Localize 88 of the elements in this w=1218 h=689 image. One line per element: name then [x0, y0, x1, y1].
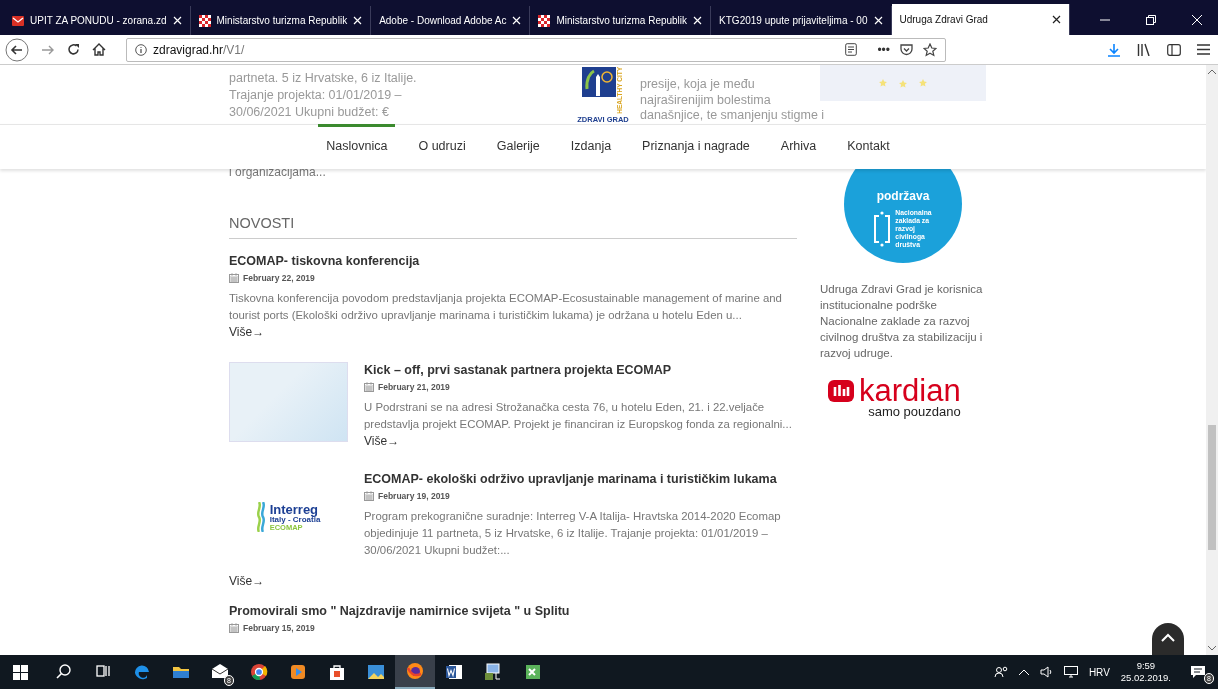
- browser-tab[interactable]: UPIT ZA PONUDU - zorana.zd: [4, 6, 191, 35]
- edge-icon: [133, 663, 151, 681]
- chrome-icon: [250, 663, 268, 681]
- search-icon: [55, 663, 73, 681]
- browser-tab[interactable]: KTG2019 upute prijaviteljima - 00: [711, 6, 892, 35]
- read-more-link[interactable]: Više→: [229, 573, 797, 589]
- scrollbar-thumb[interactable]: [1208, 425, 1216, 550]
- brackets-icon: [874, 211, 891, 247]
- calendar-icon: [229, 623, 239, 633]
- post-date: February 19, 2019: [378, 491, 450, 501]
- browser-tab[interactable]: Udruga Zdravi Grad: [891, 4, 1070, 35]
- excerpt-text: U Podrstrani se na adresi Strožanačka cesta 76, u hotelu Eden, 21. i 22.veljače predstavlja projekt ECOMAP. Projekt je financiran iz Europskog fonda za regionalni...: [364, 400, 793, 432]
- nav-link[interactable]: Arhiva: [772, 124, 825, 169]
- post-title-link[interactable]: Promovirali smo " Najzdravije namirnice svijeta " u Splitu: [229, 603, 797, 619]
- checkered-crest-icon: [538, 14, 551, 27]
- windows-start-icon[interactable]: [13, 664, 28, 680]
- scroll-to-top-button[interactable]: [1152, 623, 1184, 655]
- firefox-taskbar-button[interactable]: [395, 655, 435, 689]
- post-title-link[interactable]: ECOMAP- ekološki održivo upravljanje marinama i turističkim lukama: [364, 471, 797, 487]
- scroll-down-icon[interactable]: [1208, 646, 1216, 651]
- notifications-icon[interactable]: [1190, 665, 1206, 679]
- clock-date[interactable]: 25.02.2019.: [1120, 672, 1171, 684]
- checkered-crest-icon: [198, 14, 211, 27]
- post-date: February 15, 2019: [243, 623, 315, 633]
- nav-link[interactable]: Galerije: [488, 124, 548, 169]
- computer-network-icon: [484, 663, 502, 681]
- nav-link[interactable]: O udruzi: [410, 124, 474, 169]
- restore-icon[interactable]: [1145, 14, 1156, 25]
- faded-text: partneta. 5 iz Hrvatske, 6 iz Italije.: [229, 70, 417, 87]
- scroll-up-icon[interactable]: [1208, 69, 1216, 74]
- people-icon[interactable]: [993, 666, 1008, 678]
- post-date: February 22, 2019: [243, 273, 315, 283]
- info-icon[interactable]: [135, 43, 147, 56]
- photo-icon: [367, 663, 385, 681]
- section-heading: NOVOSTI: [229, 215, 295, 231]
- calendar-icon: [364, 491, 374, 501]
- more-actions-button[interactable]: •••: [877, 42, 890, 57]
- reader-view-icon[interactable]: [845, 43, 858, 56]
- sponsor-logo: kardian samo pouzdano: [828, 377, 961, 419]
- menu-icon[interactable]: [1197, 44, 1210, 55]
- read-more-link[interactable]: Više→: [364, 433, 797, 449]
- sidebar-text: Udruga Zdravi Grad je korisnica institucionalne podrške Nacionalne zaklade za razvoj civilnog društva za stabilizaciju i razvoj udruge.: [820, 282, 984, 361]
- stars-icon: [878, 78, 928, 88]
- excerpt-text: Program prekogranične suradnje: Interreg V-A Italija- Hravtska 2014-2020 Ecomap objedinjuje 11 partneta, 5 iz Hrvatske, 6 iz Italije. Trajanje projekta: 01/01/2019 – 30/06/2021 Ukupni budžet:...: [364, 509, 782, 558]
- pocket-icon[interactable]: [900, 43, 913, 56]
- wave-stripes-icon: [256, 502, 267, 532]
- tower-emblem-icon: [582, 67, 616, 97]
- faded-text: najraširenijim bolestima: [640, 92, 771, 108]
- firefox-icon: [406, 662, 424, 680]
- reload-icon[interactable]: [67, 43, 80, 56]
- post-title-link[interactable]: ECOMAP- tiskovna konferencija: [229, 253, 797, 269]
- calendar-icon: [229, 273, 239, 283]
- mail-icon: [12, 15, 24, 26]
- address-field[interactable]: zdravigrad.hr/V1/ •••: [126, 37, 946, 62]
- chevron-up-icon[interactable]: [1018, 669, 1029, 675]
- calendar-icon: [364, 382, 374, 392]
- media-player-icon: [289, 663, 307, 681]
- nav-link[interactable]: Naslovnica: [318, 124, 396, 169]
- spreadsheet-icon: [523, 663, 541, 681]
- back-icon[interactable]: [5, 37, 29, 62]
- read-more-link[interactable]: Više→: [229, 324, 797, 340]
- close-icon[interactable]: [1051, 15, 1061, 24]
- envelope-icon: [211, 663, 229, 681]
- monitor-icon[interactable]: [1063, 666, 1078, 678]
- faded-text: presije, koja je među: [640, 77, 755, 93]
- word-icon: [445, 663, 463, 681]
- bars-icon: [828, 380, 854, 402]
- shopping-bag-icon: [328, 663, 346, 681]
- faded-text: 30/06/2021 Ukupni budžet: €: [229, 104, 389, 121]
- excerpt-text: Tiskovna konferencija povodom predstavljanja projekta ECOMAP-Ecosustainable management of marine and tourist ports (Ekološki održivo upravljanje marinama i turističkim lukama) je održana u hotelu Eden u...: [229, 291, 783, 323]
- language-indicator[interactable]: HRV: [1088, 666, 1110, 678]
- forward-icon[interactable]: [41, 43, 55, 56]
- nav-link[interactable]: Priznanja i nagrade: [634, 124, 758, 169]
- post-title-link[interactable]: Kick – off, prvi sastanak partnera projekta ECOMAP: [364, 362, 797, 378]
- post-date: February 21, 2019: [378, 382, 450, 392]
- nav-link[interactable]: Izdanja: [562, 124, 620, 169]
- library-icon[interactable]: [1137, 43, 1151, 56]
- browser-tab[interactable]: Ministarstvo turizma Republik: [190, 6, 372, 35]
- bookmark-star-icon[interactable]: [923, 42, 937, 57]
- faded-text: Trajanje projekta: 01/01/2019 –: [229, 87, 402, 104]
- home-icon[interactable]: [92, 43, 106, 56]
- clock-time[interactable]: 9:59: [1120, 660, 1171, 672]
- browser-tab[interactable]: Adobe - Download Adobe Ac: [371, 6, 531, 35]
- faded-text: današnjice, te smanjenju stigme i: [640, 108, 825, 124]
- download-icon[interactable]: [1107, 42, 1121, 57]
- volume-icon[interactable]: [1039, 666, 1053, 678]
- sidebar-icon[interactable]: [1167, 43, 1181, 56]
- browser-tab[interactable]: Ministarstvo turizma Republik: [530, 6, 712, 35]
